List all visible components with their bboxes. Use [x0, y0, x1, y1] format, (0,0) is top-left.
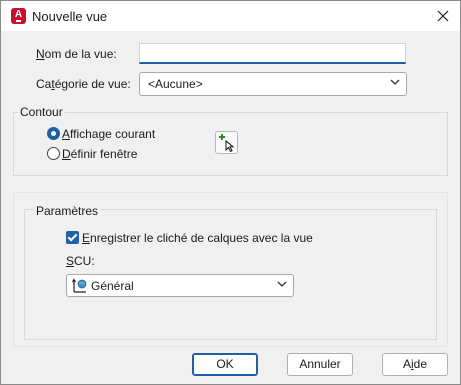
close-icon	[437, 10, 449, 22]
view-category-value: <Aucune>	[148, 77, 203, 91]
dialog-content: Nom de la vue: Catégorie de vue: <Aucune…	[1, 31, 460, 384]
pick-window-icon	[219, 134, 235, 153]
current-display-label[interactable]: Affichage courant	[62, 127, 155, 141]
save-layer-snapshot-label[interactable]: Enregistrer le cliché de calques avec la…	[82, 231, 313, 245]
cancel-button[interactable]: Annuler	[287, 353, 353, 376]
title-bar: A Nouvelle vue	[1, 1, 460, 31]
ucs-value: Général	[91, 279, 134, 293]
ucs-label: SCU:	[66, 254, 95, 268]
autocad-app-icon: A	[11, 8, 26, 24]
ucs-world-icon	[72, 278, 87, 293]
current-display-radio[interactable]	[47, 127, 60, 140]
view-category-label: Catégorie de vue:	[36, 77, 131, 91]
ok-button[interactable]: OK	[192, 353, 258, 376]
settings-group-title: Paramètres	[34, 204, 101, 218]
boundary-group-title: Contour	[18, 105, 65, 119]
view-name-label: Nom de la vue:	[36, 47, 117, 61]
define-window-label[interactable]: Définir fenêtre	[62, 147, 137, 161]
view-category-dropdown[interactable]: <Aucune>	[139, 72, 407, 96]
new-view-dialog: A Nouvelle vue Nom de la vue: Catégorie …	[0, 0, 461, 385]
view-name-input[interactable]	[139, 43, 406, 64]
define-window-pick-button[interactable]	[215, 131, 238, 154]
help-button[interactable]: Aide	[382, 353, 448, 376]
define-window-radio[interactable]	[47, 147, 60, 160]
dialog-title: Nouvelle vue	[32, 9, 108, 24]
chevron-down-icon	[277, 281, 287, 287]
ucs-dropdown[interactable]: Général	[66, 274, 294, 297]
chevron-down-icon	[390, 79, 400, 85]
save-layer-snapshot-checkbox[interactable]	[66, 231, 79, 244]
close-button[interactable]	[426, 3, 460, 29]
